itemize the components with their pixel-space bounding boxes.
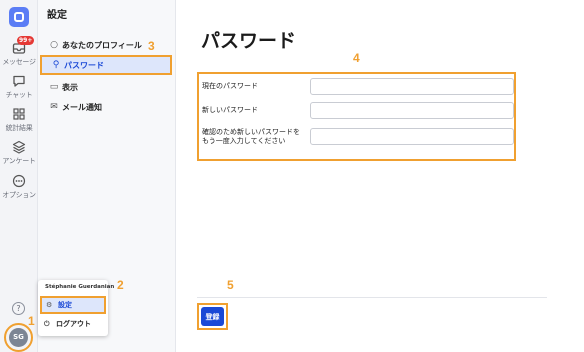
rail-label: 統計結果 xyxy=(5,124,33,132)
menu-item-settings[interactable]: ⚙ 設定 xyxy=(40,296,106,314)
unread-badge: 99+ xyxy=(17,36,35,45)
rail-item-surveys[interactable]: アンケート xyxy=(0,140,38,166)
power-icon: ⏻ xyxy=(44,319,50,328)
nav-item-label: あなたのプロフィール xyxy=(62,40,142,50)
key-icon: ⚲ xyxy=(52,60,60,70)
annotation-3: 3 xyxy=(148,39,155,53)
nav-item-email-notify[interactable]: ✉ メール通知 xyxy=(40,97,172,117)
current-password-input[interactable] xyxy=(310,78,514,95)
new-password-input[interactable] xyxy=(310,102,514,119)
annotation-4: 4 xyxy=(353,51,360,65)
annotation-1: 1 xyxy=(28,314,35,328)
rail-item-messages[interactable]: 99+ メッセージ xyxy=(0,36,38,67)
rail-label: オプション xyxy=(2,191,36,199)
main-panel: パスワード 現在のパスワード 新しいパスワード 確認のため新しいパスワードをもう… xyxy=(176,0,584,352)
field-label: 新しいパスワード xyxy=(202,106,258,114)
layers-icon xyxy=(12,140,26,154)
rail-label: メッセージ xyxy=(2,58,36,66)
field-label: 現在のパスワード xyxy=(202,82,258,90)
menu-item-logout[interactable]: ⏻ ログアウト xyxy=(40,315,106,333)
nav-item-display[interactable]: ▭ 表示 xyxy=(40,77,172,97)
annotation-5: 5 xyxy=(227,278,234,292)
avatar[interactable]: SG xyxy=(9,328,28,347)
menu-item-label: ログアウト xyxy=(56,320,91,328)
user-menu: Stéphanie Guerdanian ⚙ 設定 ⏻ ログアウト xyxy=(38,280,114,336)
save-highlight: 登録 xyxy=(197,303,228,330)
more-icon xyxy=(12,174,26,188)
confirm-password-input[interactable] xyxy=(310,128,514,145)
icon-rail: 99+ メッセージ チャット 統計結果 アンケート オプション ? SG xyxy=(0,0,38,352)
nav-item-label: メール通知 xyxy=(62,102,102,112)
nav-title: 設定 xyxy=(47,10,67,21)
annotation-2: 2 xyxy=(117,278,124,292)
field-label: 確認のため新しいパスワードをもう一度入力してください xyxy=(202,128,300,145)
help-icon[interactable]: ? xyxy=(12,302,25,315)
password-form: 現在のパスワード 新しいパスワード 確認のため新しいパスワードをもう一度入力して… xyxy=(197,72,516,161)
rail-label: チャット xyxy=(5,91,33,99)
divider xyxy=(197,297,547,298)
rail-item-chat[interactable]: チャット xyxy=(0,74,38,100)
nav-item-label: 表示 xyxy=(62,82,78,92)
nav-item-label: パスワード xyxy=(64,60,104,70)
grid-icon xyxy=(13,108,25,120)
rail-item-options[interactable]: オプション xyxy=(0,174,38,200)
mail-icon: ✉ xyxy=(50,102,58,112)
monitor-icon: ▭ xyxy=(49,82,59,92)
save-button[interactable]: 登録 xyxy=(201,307,224,326)
settings-icon: ⚙ xyxy=(46,301,53,309)
rail-label: アンケート xyxy=(2,157,36,165)
nav-item-password[interactable]: ⚲ パスワード xyxy=(40,55,172,75)
page-title: パスワード xyxy=(201,30,297,52)
user-icon: ○ xyxy=(50,40,58,50)
chat-icon xyxy=(13,75,25,87)
menu-item-label: 設定 xyxy=(58,301,72,309)
user-name: Stéphanie Guerdanian xyxy=(45,284,115,290)
app-logo-icon[interactable] xyxy=(9,7,29,27)
rail-item-stats[interactable]: 統計結果 xyxy=(0,107,38,133)
